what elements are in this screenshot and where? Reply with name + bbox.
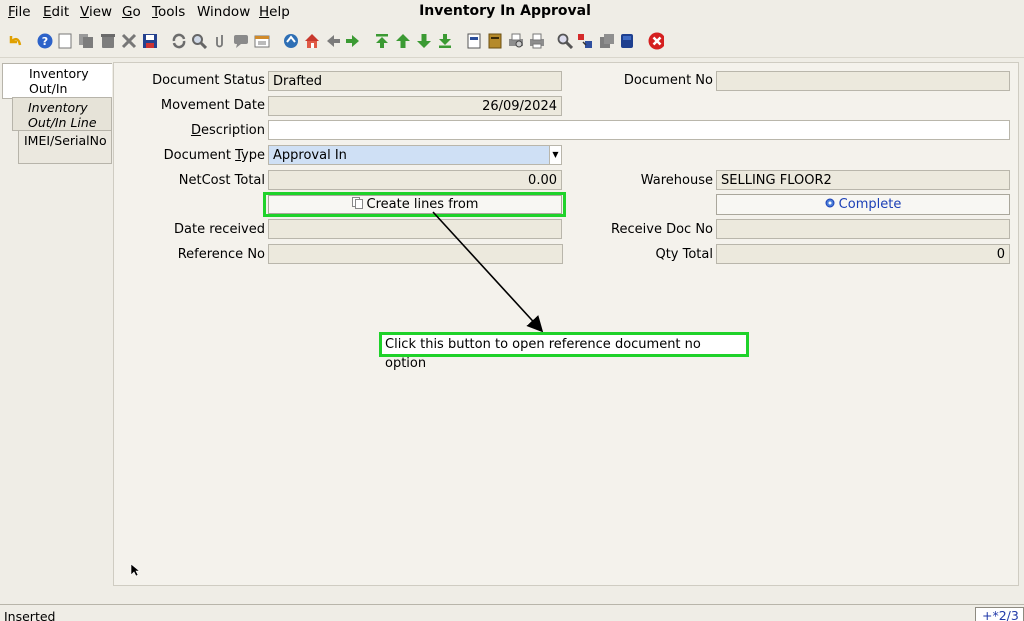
next-record-icon[interactable] (416, 33, 432, 49)
menu-file[interactable]: File (8, 4, 31, 20)
complete-button[interactable]: Complete (716, 194, 1010, 215)
menu-help[interactable]: Help (259, 4, 290, 20)
menu-window[interactable]: Window (197, 4, 250, 20)
back-icon[interactable] (325, 33, 341, 49)
qty-total-label: Qty Total (655, 247, 713, 262)
document-no-field[interactable] (716, 71, 1010, 91)
delete-icon[interactable] (100, 33, 116, 49)
menu-view[interactable]: View (80, 4, 112, 20)
mouse-pointer-icon (130, 563, 141, 581)
tab-inventory-out-in-line[interactable]: Inventory Out/In Line (12, 97, 112, 131)
delete-selection-icon[interactable] (121, 33, 137, 49)
first-record-icon[interactable] (374, 33, 390, 49)
window-title: Inventory In Approval (419, 3, 591, 19)
new-icon[interactable] (57, 33, 73, 49)
chat-icon[interactable] (233, 33, 249, 49)
workflow-icon[interactable] (619, 33, 635, 49)
home-icon[interactable] (283, 33, 299, 49)
form-panel (113, 62, 1019, 586)
zoom-across-icon[interactable] (557, 33, 573, 49)
last-record-icon[interactable] (437, 33, 453, 49)
document-no-label: Document No (623, 73, 713, 88)
report-icon[interactable] (466, 33, 482, 49)
find-icon[interactable] (191, 33, 207, 49)
save-icon[interactable] (142, 33, 158, 49)
menu-go[interactable]: Go (122, 4, 141, 20)
create-lines-from-button[interactable]: Create lines from (268, 195, 562, 214)
history-icon[interactable] (254, 33, 270, 49)
document-type-select[interactable]: Approval In ▼ (268, 145, 562, 165)
menu-edit[interactable]: Edit (43, 4, 69, 20)
refresh-icon[interactable] (171, 33, 187, 49)
movement-date-label: Movement Date (160, 98, 265, 113)
print-icon[interactable] (529, 33, 545, 49)
record-navigation[interactable]: +*2/3 (975, 607, 1024, 621)
undo-icon[interactable] (7, 33, 23, 49)
archive-icon[interactable] (487, 33, 503, 49)
status-text: Inserted (4, 609, 56, 621)
date-received-label: Date received (174, 222, 265, 237)
reference-no-label: Reference No (177, 247, 265, 262)
netcost-total-field[interactable]: 0.00 (268, 170, 562, 190)
menu-tools[interactable]: Tools (152, 4, 185, 20)
request-icon[interactable] (577, 33, 593, 49)
document-type-label: Document Type (163, 148, 265, 163)
status-bar: Inserted +*2/3 (0, 604, 1024, 621)
chevron-down-icon[interactable]: ▼ (549, 146, 561, 164)
copy-icon[interactable] (78, 33, 94, 49)
warehouse-label: Warehouse (640, 173, 713, 188)
product-info-icon[interactable] (599, 33, 615, 49)
document-status-label: Document Status (152, 73, 265, 88)
previous-record-icon[interactable] (395, 33, 411, 49)
help-icon[interactable]: ? (37, 33, 53, 49)
receive-doc-no-field[interactable] (716, 219, 1010, 239)
toolbar: ? (0, 26, 1024, 58)
annotation-callout: Click this button to open reference docu… (379, 332, 749, 371)
netcost-total-label: NetCost Total (178, 173, 265, 188)
warehouse-field[interactable]: SELLING FLOOR2 (716, 170, 1010, 190)
document-status-field[interactable]: Drafted (268, 71, 562, 91)
print-preview-icon[interactable] (508, 33, 524, 49)
date-received-field[interactable] (268, 219, 562, 239)
attachment-icon[interactable] (213, 33, 229, 49)
reference-no-field[interactable] (268, 244, 563, 264)
menu-bar: File Edit View Go Tools Window Help Inve… (0, 0, 1024, 24)
document-copy-icon (351, 196, 363, 213)
qty-total-field[interactable]: 0 (716, 244, 1010, 264)
tab-imei-serialno[interactable]: IMEI/SerialNo (18, 130, 112, 164)
tab-inventory-out-in[interactable]: Inventory Out/In (2, 63, 112, 99)
home-icon[interactable] (304, 33, 320, 49)
svg-text:?: ? (42, 35, 48, 48)
end-icon[interactable] (648, 32, 664, 50)
receive-doc-no-label: Receive Doc No (611, 222, 713, 237)
gear-icon (825, 197, 835, 212)
description-label: Description (190, 123, 265, 138)
forward-icon[interactable] (345, 33, 361, 49)
description-input[interactable] (268, 120, 1010, 140)
movement-date-field[interactable]: 26/09/2024 (268, 96, 562, 116)
